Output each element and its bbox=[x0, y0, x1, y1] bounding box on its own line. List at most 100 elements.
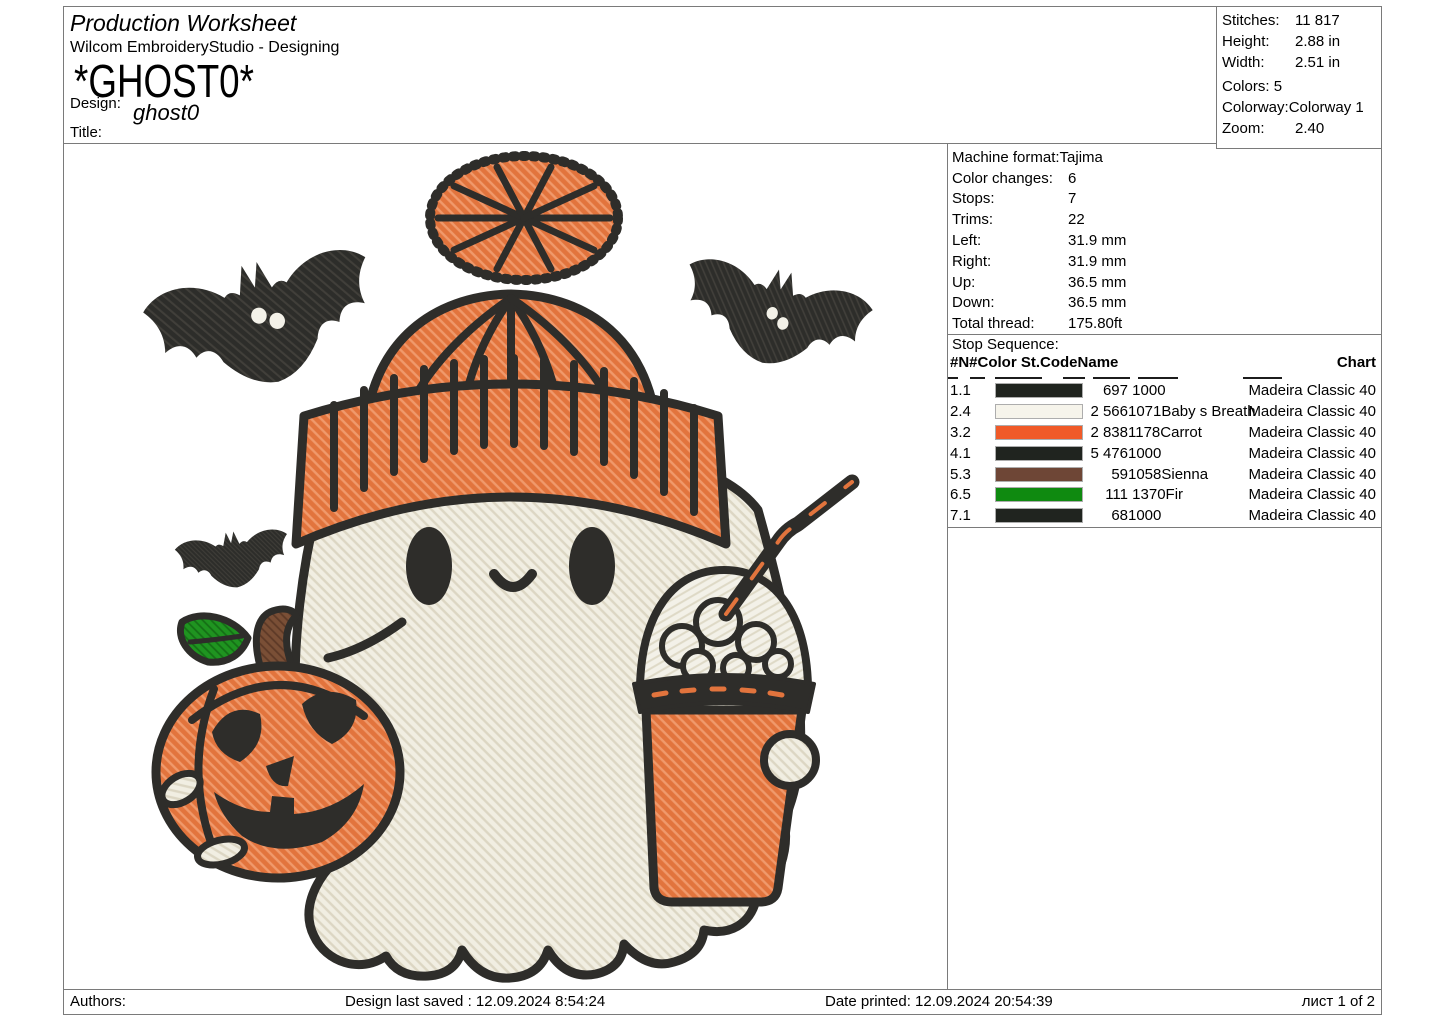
machine-info-row: Color changes:6 bbox=[952, 168, 1377, 189]
design-filename: ghost0 bbox=[133, 100, 199, 126]
thread-chart: Madeira Classic 40 bbox=[1248, 445, 1376, 462]
machine-info-label: Color changes: bbox=[952, 170, 1068, 187]
thread-stitch-count: 68 bbox=[1083, 507, 1128, 524]
pumpkin bbox=[156, 609, 402, 878]
thread-code: 1370 bbox=[1128, 486, 1166, 503]
summary-value: 2.40 bbox=[1295, 120, 1324, 137]
thread-stitch-count: 697 bbox=[1083, 382, 1128, 399]
machine-info-label: Left: bbox=[952, 232, 1068, 249]
summary-value: 11 817 bbox=[1295, 12, 1340, 29]
thread-chart: Madeira Classic 40 bbox=[1248, 403, 1376, 420]
stop-sequence-row: 3.22 8381178CarrotMadeira Classic 40 bbox=[947, 422, 1379, 443]
summary-label: Width: bbox=[1222, 54, 1295, 71]
thread-chart: Madeira Classic 40 bbox=[1248, 466, 1376, 483]
thread-chart: Madeira Classic 40 bbox=[1248, 424, 1376, 441]
column-rule bbox=[1093, 377, 1130, 379]
design-label: Design: bbox=[70, 95, 121, 112]
summary-row: Stitches:11 817 bbox=[1222, 10, 1379, 31]
summary-rows: Stitches:11 817Height:2.88 inWidth:2.51 … bbox=[1222, 10, 1379, 139]
production-worksheet-page: { "header": { "title": "Production Works… bbox=[0, 0, 1445, 1022]
summary-row: Colors: 5 bbox=[1222, 76, 1379, 97]
summary-label: Height: bbox=[1222, 33, 1295, 50]
thread-stitch-count: 59 bbox=[1083, 466, 1128, 483]
thread-color-swatch bbox=[995, 383, 1083, 398]
machine-info-value: 7 bbox=[1068, 190, 1076, 207]
last-saved-text: Design last saved : 12.09.2024 8:54:24 bbox=[345, 993, 605, 1010]
stop-sequence-header-chart: Chart bbox=[1337, 354, 1376, 371]
thread-color-name: Baby s Breath bbox=[1161, 403, 1255, 420]
machine-info-value: 36.5 mm bbox=[1068, 294, 1126, 311]
machine-info-row: Left:31.9 mm bbox=[952, 230, 1377, 251]
bat-small-left-icon bbox=[173, 524, 293, 595]
machine-info-value: 36.5 mm bbox=[1068, 274, 1126, 291]
machine-info-row: Total thread:175.80ft bbox=[952, 313, 1377, 334]
machine-info-label: Machine format: bbox=[952, 149, 1060, 166]
thread-stop-number: 5.3 bbox=[947, 466, 995, 483]
machine-info-value: 31.9 mm bbox=[1068, 253, 1126, 270]
thread-color-swatch bbox=[995, 404, 1083, 419]
ghost-right-eye bbox=[569, 527, 615, 605]
thread-chart: Madeira Classic 40 bbox=[1248, 382, 1376, 399]
page-title: Production Worksheet bbox=[70, 10, 296, 37]
machine-info-value: 22 bbox=[1068, 211, 1085, 228]
thread-color-name: Carrot bbox=[1160, 424, 1202, 441]
page-number: лист 1 of 2 bbox=[1302, 993, 1375, 1010]
machine-info-row: Right:31.9 mm bbox=[952, 251, 1377, 272]
summary-label: Colors: bbox=[1222, 78, 1274, 95]
machine-info-value: 31.9 mm bbox=[1068, 232, 1126, 249]
thread-color-swatch bbox=[995, 487, 1083, 502]
stop-sequence-row: 1.1697 1000Madeira Classic 40 bbox=[947, 380, 1379, 401]
thread-chart: Madeira Classic 40 bbox=[1248, 507, 1376, 524]
column-rule bbox=[1138, 377, 1178, 379]
stop-sequence-row: 5.3591058SiennaMadeira Classic 40 bbox=[947, 464, 1379, 485]
machine-info: Machine format:TajimaColor changes:6Stop… bbox=[952, 147, 1377, 334]
machine-info-value: Tajima bbox=[1060, 149, 1103, 166]
column-rule bbox=[970, 377, 985, 379]
stop-sequence-table: 1.1697 1000Madeira Classic 40 2.4 2 566107… bbox=[947, 380, 1379, 526]
thread-color-swatch bbox=[995, 467, 1083, 482]
machine-info-label: Up: bbox=[952, 274, 1068, 291]
column-rule bbox=[1243, 377, 1282, 379]
footer: Authors: Design last saved : 12.09.2024 … bbox=[63, 990, 1381, 1014]
machine-info-label: Trims: bbox=[952, 211, 1068, 228]
thread-code: 1000 bbox=[1128, 445, 1161, 462]
thread-code: 1058 bbox=[1128, 466, 1161, 483]
machine-info-value: 175.80ft bbox=[1068, 315, 1122, 332]
stopseq-bottom-line bbox=[947, 527, 1382, 528]
thread-chart: Madeira Classic 40 bbox=[1248, 486, 1376, 503]
title-label: Title: bbox=[70, 124, 102, 141]
column-rule bbox=[1063, 377, 1085, 379]
panel-divider-line bbox=[947, 143, 948, 990]
machine-info-row: Machine format:Tajima bbox=[952, 147, 1377, 168]
stop-sequence-row: 4.15 4761000Madeira Classic 40 bbox=[947, 443, 1379, 464]
machine-info-label: Down: bbox=[952, 294, 1068, 311]
thread-code: 1000 bbox=[1128, 507, 1161, 524]
beanie-pom-pom bbox=[430, 156, 618, 280]
authors-label: Authors: bbox=[70, 993, 126, 1010]
summary-box: Stitches:11 817Height:2.88 inWidth:2.51 … bbox=[1216, 6, 1381, 148]
thread-stop-number: 2.4 bbox=[947, 403, 995, 420]
stop-sequence-row: 2.4 2 5661071Baby s BreathMadeira Classic… bbox=[947, 401, 1379, 422]
thread-color-swatch bbox=[995, 425, 1083, 440]
summary-value: 5 bbox=[1274, 78, 1282, 95]
machine-info-value: 6 bbox=[1068, 170, 1076, 187]
machine-info-label: Right: bbox=[952, 253, 1068, 270]
ghost-left-eye bbox=[406, 527, 452, 605]
thread-stop-number: 4.1 bbox=[947, 445, 995, 462]
thread-code: 1071 bbox=[1128, 403, 1161, 420]
stop-sequence-label: Stop Sequence: bbox=[952, 336, 1059, 353]
summary-value: 2.51 in bbox=[1295, 54, 1340, 71]
bat-top-right-icon bbox=[671, 248, 877, 385]
thread-color-name: Fir bbox=[1166, 486, 1184, 503]
summary-label: Colorway: bbox=[1222, 99, 1289, 116]
thread-color-swatch bbox=[995, 508, 1083, 523]
column-rule bbox=[995, 377, 1042, 379]
summary-row: Height:2.88 in bbox=[1222, 31, 1379, 52]
thread-stitch-count: 2 566 bbox=[1083, 403, 1128, 420]
bat-top-left-icon bbox=[138, 236, 390, 409]
design-preview-canvas bbox=[64, 144, 947, 989]
stop-sequence-header: #N#Color St.CodeName Chart bbox=[950, 354, 1379, 371]
summary-value: 2.88 in bbox=[1295, 33, 1340, 50]
machine-info-label: Total thread: bbox=[952, 315, 1068, 332]
ghost-hand-right bbox=[764, 734, 816, 786]
